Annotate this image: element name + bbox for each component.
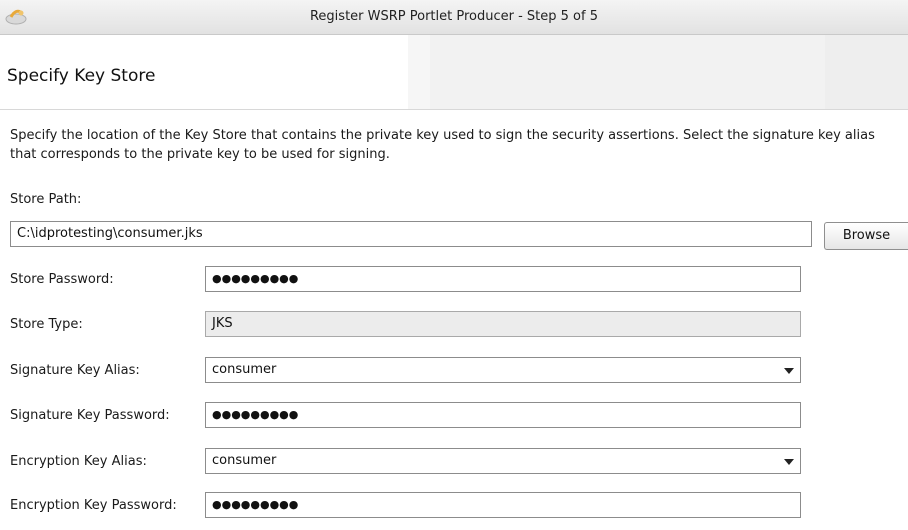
page-description: Specify the location of the Key Store th… <box>10 128 875 162</box>
signature-key-alias-label: Signature Key Alias: <box>10 363 140 378</box>
header-decoration <box>408 35 430 109</box>
page-title: Specify Key Store <box>7 66 156 86</box>
encryption-key-alias-label: Encryption Key Alias: <box>10 454 147 469</box>
signature-key-password-input[interactable]: ●●●●●●●●● <box>205 402 801 428</box>
encryption-key-password-input[interactable]: ●●●●●●●●● <box>205 492 801 518</box>
store-type-label: Store Type: <box>10 317 83 332</box>
store-password-label: Store Password: <box>10 272 114 287</box>
chevron-down-icon[interactable] <box>784 459 794 465</box>
window-titlebar: Register WSRP Portlet Producer - Step 5 … <box>0 0 908 35</box>
store-type-field: JKS <box>205 311 801 337</box>
window-title: Register WSRP Portlet Producer - Step 5 … <box>309 9 598 24</box>
encryption-key-alias-select[interactable]: consumer <box>205 448 801 474</box>
store-password-input[interactable]: ●●●●●●●●● <box>205 266 801 292</box>
store-path-input[interactable]: C:\idprotesting\consumer.jks <box>10 221 812 247</box>
signature-key-alias-select[interactable]: consumer <box>205 357 801 383</box>
encryption-key-password-label: Encryption Key Password: <box>10 498 177 513</box>
signature-key-password-label: Signature Key Password: <box>10 408 170 423</box>
chevron-down-icon[interactable] <box>784 368 794 374</box>
signature-key-alias-value: consumer <box>212 362 277 377</box>
header-decoration <box>825 35 908 109</box>
browse-button[interactable]: Browse <box>824 222 908 250</box>
store-path-label: Store Path: <box>10 192 82 207</box>
header-decoration <box>430 35 825 109</box>
wizard-header: Specify Key Store <box>0 35 908 110</box>
encryption-key-alias-value: consumer <box>212 453 277 468</box>
